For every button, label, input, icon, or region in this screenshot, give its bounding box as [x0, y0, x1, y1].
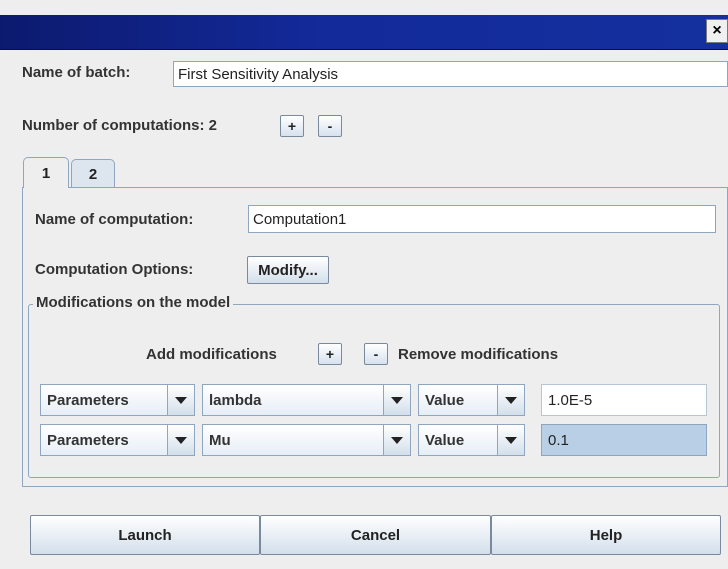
chevron-down-icon[interactable] — [383, 425, 410, 455]
parameter-select-value: Mu — [203, 425, 383, 455]
modifications-group-title: Modifications on the model — [33, 294, 234, 311]
tab-computation-1[interactable]: 1 — [23, 157, 69, 188]
batch-name-label: Name of batch: — [22, 64, 131, 81]
add-modification-button[interactable]: + — [318, 343, 342, 365]
help-button[interactable]: Help — [491, 515, 721, 555]
category-select-value: Parameters — [41, 385, 167, 415]
add-modifications-label: Add modifications — [146, 346, 277, 363]
remove-computation-button[interactable]: - — [318, 115, 342, 137]
remove-modifications-label: Remove modifications — [398, 346, 559, 363]
computation-name-label: Name of computation: — [35, 211, 194, 228]
chevron-down-icon[interactable] — [167, 425, 194, 455]
category-select[interactable]: Parameters — [40, 384, 195, 416]
chevron-down-icon[interactable] — [497, 425, 524, 455]
close-button[interactable]: × — [706, 19, 728, 43]
chevron-down-icon[interactable] — [497, 385, 524, 415]
tab-computation-2[interactable]: 2 — [71, 159, 115, 188]
computations-count-label: Number of computations: 2 — [22, 117, 218, 134]
modification-type-value: Value — [419, 385, 497, 415]
modification-type-select[interactable]: Value — [418, 424, 525, 456]
computation-options-label: Computation Options: — [35, 261, 194, 278]
window-titlebar[interactable]: × — [0, 15, 728, 50]
category-select[interactable]: Parameters — [40, 424, 195, 456]
batch-name-field[interactable]: First Sensitivity Analysis — [173, 61, 728, 87]
modification-type-select[interactable]: Value — [418, 384, 525, 416]
tab-label: 1 — [41, 164, 51, 182]
modification-type-value: Value — [419, 425, 497, 455]
parameter-select-value: lambda — [203, 385, 383, 415]
chevron-down-icon[interactable] — [167, 385, 194, 415]
launch-button[interactable]: Launch — [30, 515, 260, 555]
category-select-value: Parameters — [41, 425, 167, 455]
parameter-select[interactable]: Mu — [202, 424, 411, 456]
computation-name-field[interactable]: Computation1 — [248, 205, 716, 233]
parameter-select[interactable]: lambda — [202, 384, 411, 416]
chevron-down-icon[interactable] — [383, 385, 410, 415]
close-icon: × — [712, 22, 722, 39]
cancel-button[interactable]: Cancel — [260, 515, 491, 555]
modification-value-field[interactable]: 1.0E-5 — [541, 384, 707, 416]
modification-value-field[interactable]: 0.1 — [541, 424, 707, 456]
remove-modification-button[interactable]: - — [364, 343, 388, 365]
add-computation-button[interactable]: + — [280, 115, 304, 137]
modify-button[interactable]: Modify... — [247, 256, 329, 284]
tab-label: 2 — [88, 165, 98, 183]
